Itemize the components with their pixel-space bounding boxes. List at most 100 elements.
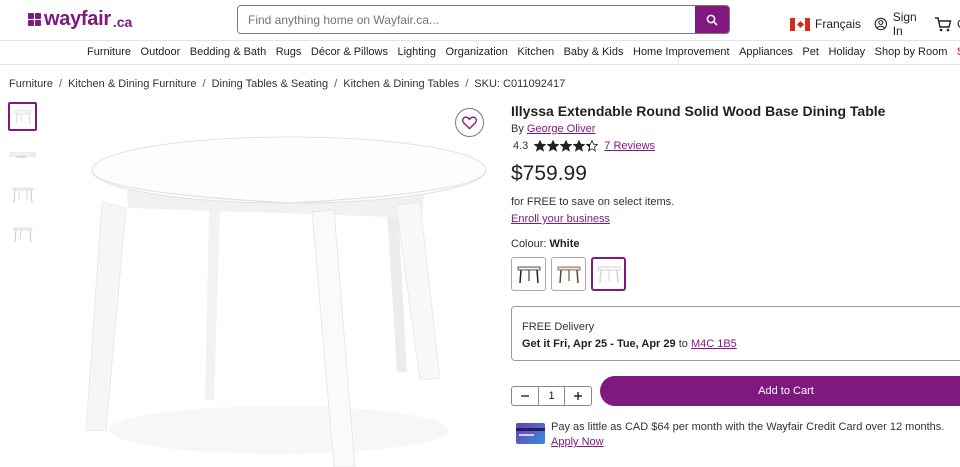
apply-now-link[interactable]: Apply Now — [551, 436, 604, 448]
by-prefix: By — [511, 123, 524, 135]
breadcrumb-separator: / — [465, 78, 469, 90]
star-rating — [534, 140, 599, 152]
table-thumbnail-image — [12, 187, 33, 203]
breadcrumb-item[interactable]: Furniture — [9, 78, 53, 90]
add-to-cart-button[interactable]: Add to Cart — [600, 376, 960, 406]
plus-icon — [574, 392, 582, 400]
colour-row: Colour: White — [511, 238, 579, 250]
thumbnail-1[interactable] — [8, 102, 37, 131]
category-nav: Furniture Outdoor Bedding & Bath Rugs Décor … — [0, 40, 960, 65]
thumbnail-3[interactable] — [8, 180, 37, 209]
delivery-title: FREE Delivery — [522, 321, 595, 333]
nav-item-shop-by-room[interactable]: Shop by Room — [875, 46, 948, 58]
brown-table-image — [557, 266, 580, 284]
sign-in-label: Sign In — [892, 10, 917, 38]
language-label: Français — [815, 17, 862, 31]
star-icon — [586, 140, 599, 152]
breadcrumb-separator: / — [202, 78, 206, 90]
nav-item-organization[interactable]: Organization — [446, 46, 508, 58]
byline: By George Oliver — [511, 123, 595, 135]
swatch-white[interactable] — [591, 257, 626, 291]
thumbnail-list — [8, 102, 38, 258]
swatch-black[interactable] — [511, 257, 546, 291]
heart-icon — [462, 116, 477, 130]
breadcrumb-item[interactable]: Kitchen & Dining Furniture — [68, 78, 196, 90]
breadcrumb-sku: SKU: C011092417 — [474, 78, 566, 90]
price: $759.99 — [511, 162, 587, 185]
thumbnail-2[interactable] — [8, 141, 37, 170]
product-title: Illyssa Extendable Round Solid Wood Base… — [511, 103, 886, 119]
nav-item-kitchen[interactable]: Kitchen — [517, 46, 554, 58]
nav-item-d-cor-pillows[interactable]: Décor & Pillows — [311, 46, 388, 58]
search-bar — [237, 5, 730, 34]
header-actions: Français Sign In C — [790, 10, 960, 38]
site-header: wayfair .ca Français Sign In — [0, 0, 960, 40]
nav-item-appliances[interactable]: Appliances — [739, 46, 793, 58]
wayfair-logo[interactable]: wayfair .ca — [28, 8, 132, 31]
thumbnail-4[interactable] — [8, 219, 37, 248]
search-icon — [706, 14, 718, 26]
cart-button[interactable]: C — [934, 16, 960, 33]
logo-text: wayfair — [44, 8, 111, 30]
table-thumbnail-image — [13, 227, 32, 242]
nav-list: Furniture Outdoor Bedding & Bath Rugs Décor … — [87, 46, 960, 58]
promo-text: for FREE to save on select items. — [511, 196, 675, 208]
star-icon — [547, 140, 560, 152]
nav-item-home-improvement[interactable]: Home Improvement — [633, 46, 730, 58]
nav-item-furniture[interactable]: Furniture — [87, 46, 131, 58]
breadcrumb-separator: / — [334, 78, 338, 90]
breadcrumb-item[interactable]: Kitchen & Dining Tables — [343, 78, 459, 90]
nav-item-baby-kids[interactable]: Baby & Kids — [564, 46, 624, 58]
nav-item-bedding-bath[interactable]: Bedding & Bath — [190, 46, 266, 58]
reviews-link[interactable]: 7 Reviews — [604, 140, 655, 152]
credit-card-offer: Pay as little as CAD $64 per month with … — [516, 420, 944, 450]
table-thumbnail-image — [13, 108, 32, 124]
colour-swatches — [511, 257, 626, 291]
colour-label: Colour: — [511, 238, 547, 250]
star-icon — [573, 140, 586, 152]
account-icon — [874, 17, 888, 31]
minus-icon — [521, 395, 529, 397]
product-image — [85, 136, 487, 467]
enroll-business-link[interactable]: Enroll your business — [511, 213, 610, 225]
delivery-dates-row: Get it Fri, Apr 25 - Tue, Apr 29 to M4C … — [522, 338, 737, 350]
credit-offer-text: Pay as little as CAD $64 per month with … — [551, 420, 944, 450]
swatch-brown[interactable] — [551, 257, 586, 291]
nav-item-lighting[interactable]: Lighting — [397, 46, 436, 58]
credit-offer-message: Pay as little as CAD $64 per month with … — [551, 421, 945, 433]
star-icon — [560, 140, 573, 152]
logo-mark-icon — [28, 12, 42, 27]
search-input[interactable] — [238, 6, 695, 33]
delivery-dates: Get it Fri, Apr 25 - Tue, Apr 29 — [522, 338, 676, 350]
colour-value: White — [549, 238, 580, 250]
language-switch[interactable]: Français — [790, 17, 861, 31]
quantity-value[interactable]: 1 — [538, 387, 565, 405]
increase-quantity-button[interactable] — [565, 387, 591, 405]
delivery-box: FREE Delivery Get it Fri, Apr 25 - Tue, … — [511, 306, 960, 361]
logo-tld: .ca — [112, 13, 133, 30]
sign-in-button[interactable]: Sign In — [874, 10, 921, 38]
search-button[interactable] — [695, 6, 729, 33]
star-icon — [534, 140, 547, 152]
breadcrumb: Furniture / Kitchen & Dining Furniture / Din… — [9, 78, 565, 90]
nav-item-outdoor[interactable]: Outdoor — [141, 46, 181, 58]
favorite-button[interactable] — [455, 108, 484, 137]
rating-row: 4.3 7 Reviews — [513, 140, 655, 152]
delivery-to: to — [678, 338, 688, 350]
cart-icon — [935, 16, 952, 31]
decrease-quantity-button[interactable] — [512, 387, 538, 405]
brand-link[interactable]: George Oliver — [527, 123, 595, 135]
credit-card-icon — [516, 423, 545, 444]
white-table-image — [597, 266, 620, 284]
postal-code-link[interactable]: M4C 1B5 — [691, 338, 737, 350]
breadcrumb-item[interactable]: Dining Tables & Seating — [212, 78, 329, 90]
quantity-stepper: 1 — [511, 386, 592, 406]
breadcrumb-separator: / — [59, 78, 63, 90]
nav-item-pet[interactable]: Pet — [802, 46, 819, 58]
rating-value: 4.3 — [513, 140, 529, 152]
canada-flag-icon — [790, 17, 810, 31]
black-table-image — [517, 266, 540, 284]
nav-item-holiday[interactable]: Holiday — [828, 46, 865, 58]
table-thumbnail-image — [9, 151, 36, 158]
nav-item-rugs[interactable]: Rugs — [276, 46, 302, 58]
